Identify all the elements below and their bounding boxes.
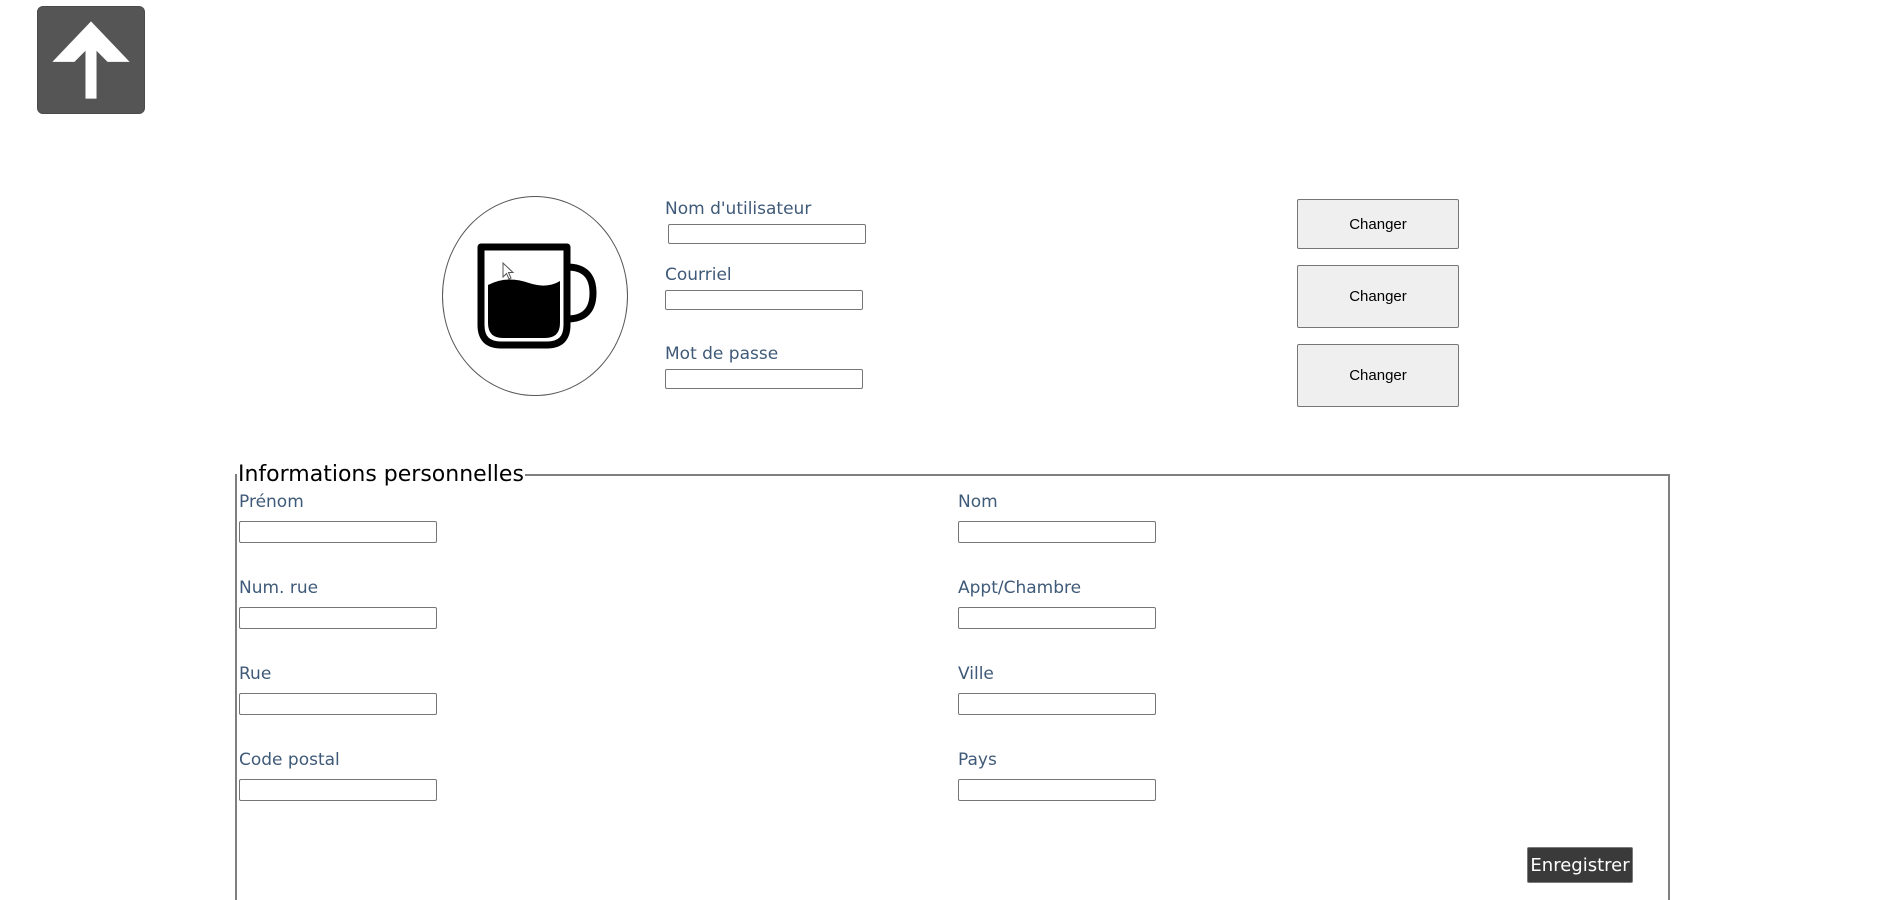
first-name-input[interactable]: [239, 521, 437, 543]
coffee-cup-icon: [477, 243, 597, 349]
personal-info-fieldset: [235, 474, 1670, 900]
last-name-input[interactable]: [958, 521, 1156, 543]
mouse-cursor-icon: [502, 262, 515, 280]
email-input[interactable]: [665, 290, 863, 310]
username-input[interactable]: [668, 224, 866, 244]
arrow-up-icon: [52, 21, 130, 99]
password-label: Mot de passe: [665, 344, 779, 364]
postal-code-input[interactable]: [239, 779, 437, 801]
first-name-label: Prénom: [239, 492, 304, 512]
street-number-input[interactable]: [239, 607, 437, 629]
personal-info-legend: Informations personnelles: [237, 462, 525, 487]
username-label: Nom d'utilisateur: [665, 199, 812, 219]
password-input[interactable]: [665, 369, 863, 389]
country-label: Pays: [958, 750, 997, 770]
apartment-input[interactable]: [958, 607, 1156, 629]
change-username-button[interactable]: Changer: [1297, 199, 1459, 249]
last-name-label: Nom: [958, 492, 998, 512]
profile-page: Nom d'utilisateur Courriel Mot de passe …: [0, 0, 1893, 900]
apartment-label: Appt/Chambre: [958, 578, 1082, 598]
avatar[interactable]: [442, 196, 628, 396]
email-label: Courriel: [665, 265, 732, 285]
scroll-up-button[interactable]: [37, 6, 145, 114]
country-input[interactable]: [958, 779, 1156, 801]
change-email-button[interactable]: Changer: [1297, 265, 1459, 328]
street-input[interactable]: [239, 693, 437, 715]
street-number-label: Num. rue: [239, 578, 319, 598]
city-input[interactable]: [958, 693, 1156, 715]
postal-code-label: Code postal: [239, 750, 340, 770]
change-password-button[interactable]: Changer: [1297, 344, 1459, 407]
street-label: Rue: [239, 664, 272, 684]
city-label: Ville: [958, 664, 994, 684]
save-button[interactable]: Enregistrer: [1527, 847, 1633, 883]
